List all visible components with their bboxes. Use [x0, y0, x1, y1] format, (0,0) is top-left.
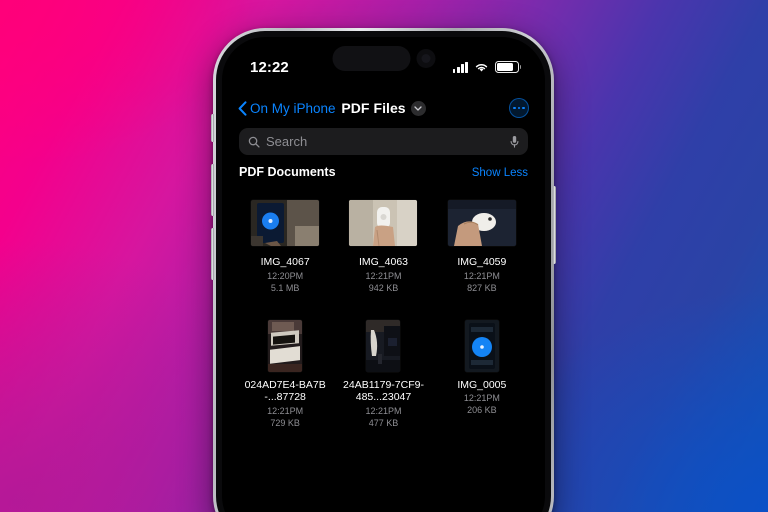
- file-time: 12:20PM: [267, 270, 304, 281]
- file-thumbnail: [251, 200, 320, 246]
- search-input[interactable]: Search: [239, 128, 528, 155]
- back-button-label: On My iPhone: [250, 100, 336, 116]
- chevron-left-icon: [238, 100, 247, 116]
- file-item[interactable]: 024AD7E4-BA7B-...87728 12:21PM 729 KB: [239, 319, 331, 429]
- search-placeholder: Search: [266, 134, 308, 149]
- file-name: IMG_4067: [260, 256, 310, 268]
- back-button[interactable]: On My iPhone: [238, 101, 336, 116]
- wifi-icon: [475, 63, 488, 72]
- file-item[interactable]: IMG_4059 12:21PM 827 KB: [436, 197, 528, 294]
- file-time: 12:21PM: [365, 270, 402, 281]
- thumbnail-container: [436, 197, 528, 249]
- file-item[interactable]: 24AB1179-7CF9-485...23047 12:21PM 477 KB: [337, 319, 429, 429]
- file-thumbnail: [366, 319, 401, 372]
- file-item[interactable]: IMG_4063 12:21PM 942 KB: [337, 197, 429, 294]
- thumbnail-container: [337, 319, 429, 372]
- ellipsis-circle-icon[interactable]: [509, 98, 529, 118]
- file-time: 12:21PM: [365, 405, 402, 416]
- file-size: 5.1 MB: [270, 282, 300, 293]
- page-title: PDF Files: [341, 100, 406, 116]
- file-name: 24AB1179-7CF9-485...23047: [343, 378, 424, 404]
- file-thumbnail: [464, 319, 499, 372]
- file-size: 942 KB: [368, 282, 399, 293]
- file-thumbnail: [349, 200, 418, 246]
- file-size: 477 KB: [368, 417, 399, 428]
- dynamic-island: [332, 46, 435, 71]
- file-thumbnail: [268, 319, 303, 372]
- file-grid: IMG_4067 12:20PM 5.1 MB IMG_4063 12:21PM…: [239, 197, 528, 429]
- thumbnail-container: [337, 197, 429, 249]
- section-header: PDF Documents Show Less: [239, 165, 528, 179]
- chevron-down-glyph: [414, 105, 422, 111]
- battery-icon: [495, 61, 522, 73]
- island-pill: [332, 46, 410, 71]
- show-less-button[interactable]: Show Less: [472, 167, 528, 179]
- power-button[interactable]: [553, 186, 556, 264]
- file-name: IMG_4063: [358, 256, 408, 268]
- microphone-icon[interactable]: [510, 135, 519, 149]
- section-title: PDF Documents: [239, 165, 336, 179]
- front-camera-icon: [416, 49, 435, 68]
- chevron-down-icon[interactable]: [410, 100, 426, 116]
- thumbnail-container: [239, 319, 331, 372]
- navigation-bar: On My iPhone PDF Files: [222, 93, 545, 123]
- phone-screen: 12:22 On My iPhone PDF Files Search PDF …: [222, 37, 545, 512]
- magnifier-icon: [248, 136, 260, 148]
- file-size: 729 KB: [270, 417, 300, 428]
- file-item[interactable]: IMG_0005 12:21PM 206 KB: [436, 319, 528, 429]
- file-size: 206 KB: [467, 405, 497, 415]
- thumbnail-container: [436, 319, 528, 372]
- mute-switch-button[interactable]: [211, 114, 214, 142]
- file-size: 827 KB: [467, 282, 497, 293]
- file-name: IMG_4059: [457, 256, 507, 268]
- file-item[interactable]: IMG_4067 12:20PM 5.1 MB: [239, 197, 331, 294]
- file-time: 12:21PM: [267, 405, 304, 416]
- iphone-device-mockup: 12:22 On My iPhone PDF Files Search PDF …: [211, 28, 556, 512]
- signal-bars-icon: [452, 61, 468, 73]
- thumbnail-container: [239, 197, 331, 249]
- status-time: 12:22: [250, 58, 289, 76]
- file-name: 024AD7E4-BA7B-...87728: [244, 378, 326, 404]
- screenshot-scene: 12:22 On My iPhone PDF Files Search PDF …: [0, 0, 768, 512]
- file-thumbnail: [447, 200, 516, 246]
- status-indicators: [452, 61, 522, 73]
- file-time: 12:21PM: [463, 270, 500, 281]
- file-name: IMG_0005: [457, 378, 507, 391]
- volume-up-button[interactable]: [211, 164, 214, 216]
- volume-down-button[interactable]: [211, 228, 214, 280]
- file-time: 12:21PM: [463, 393, 500, 403]
